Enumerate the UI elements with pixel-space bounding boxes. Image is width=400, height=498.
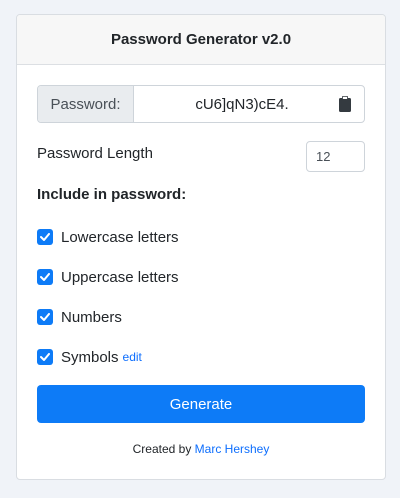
- option-uppercase: Uppercase letters: [37, 266, 365, 288]
- lowercase-label[interactable]: Lowercase letters: [61, 229, 179, 246]
- card-header: Password Generator v2.0: [17, 15, 385, 65]
- lowercase-checkbox[interactable]: [37, 229, 53, 245]
- app-title: Password Generator v2.0: [110, 31, 292, 48]
- checkmark-icon: [40, 353, 50, 361]
- password-output-field[interactable]: cU6]qN3)cE4.: [134, 86, 326, 122]
- edit-symbols-link[interactable]: edit: [123, 350, 142, 364]
- option-numbers: Numbers: [37, 306, 365, 328]
- uppercase-checkbox[interactable]: [37, 269, 53, 285]
- symbols-label[interactable]: Symbols: [61, 349, 119, 366]
- card-body: Password: cU6]qN3)cE4. Password Length I…: [17, 65, 385, 456]
- option-symbols: Symbols edit: [37, 346, 365, 368]
- clipboard-icon: [339, 96, 351, 112]
- password-generator-card: Password Generator v2.0 Password: cU6]qN…: [16, 14, 386, 480]
- checkmark-icon: [40, 313, 50, 321]
- generate-button[interactable]: Generate: [37, 385, 365, 423]
- footer-credit: Created by Marc Hershey: [37, 442, 365, 456]
- author-link[interactable]: Marc Hershey: [195, 442, 270, 456]
- checkmark-icon: [40, 273, 50, 281]
- numbers-checkbox[interactable]: [37, 309, 53, 325]
- password-length-label: Password Length: [37, 144, 153, 162]
- password-length-row: Password Length: [37, 140, 365, 172]
- checkmark-icon: [40, 233, 50, 241]
- password-prefix-label: Password:: [38, 86, 134, 122]
- numbers-label[interactable]: Numbers: [61, 309, 122, 326]
- include-section-title: Include in password:: [37, 186, 187, 203]
- copy-password-button[interactable]: [326, 86, 364, 122]
- password-length-input[interactable]: [306, 140, 365, 172]
- footer-prefix: Created by: [132, 442, 195, 456]
- option-lowercase: Lowercase letters: [37, 226, 365, 248]
- password-output-group: Password: cU6]qN3)cE4.: [37, 85, 365, 123]
- uppercase-label[interactable]: Uppercase letters: [61, 269, 179, 286]
- symbols-checkbox[interactable]: [37, 349, 53, 365]
